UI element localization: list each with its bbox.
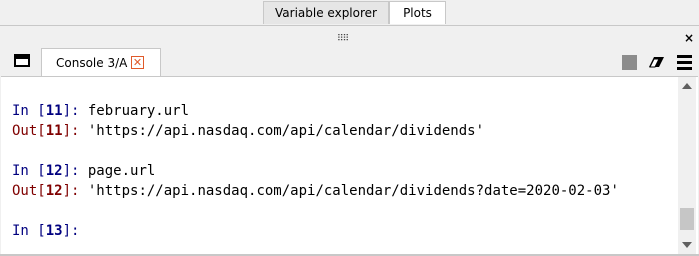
prompt-number: 12 [45, 183, 63, 199]
vertical-scrollbar[interactable] [678, 77, 696, 254]
prompt-open: In [ [12, 163, 46, 179]
console-tab-strip: Console 3/A ✕ [0, 46, 699, 77]
prompt-close: ]: [62, 123, 88, 139]
pane-divider [0, 25, 699, 26]
prompt-close: ]: [62, 163, 88, 179]
prompt-number: 11 [45, 103, 63, 119]
output-value: 'https://api.nasdaq.com/api/calendar/div… [87, 123, 485, 139]
prompt-open: In [ [12, 103, 46, 119]
prompt-number: 12 [45, 163, 63, 179]
scroll-thumb[interactable] [680, 208, 694, 230]
scroll-up-icon[interactable] [682, 83, 692, 89]
console-input-line: In [13]: [12, 221, 676, 241]
console-output-line: Out[12]: 'https://api.nasdaq.com/api/cal… [12, 181, 676, 201]
eraser-icon[interactable] [648, 55, 666, 69]
input-code: february.url [87, 103, 190, 119]
tab-plots[interactable]: Plots [389, 1, 446, 24]
prompt-close: ]: [62, 223, 88, 239]
tab-console-3a[interactable]: Console 3/A ✕ [41, 48, 161, 77]
console-text: In [11]: february.url Out[11]: 'https://a… [12, 101, 676, 241]
options-menu-icon[interactable] [677, 55, 692, 70]
prompt-close: ]: [62, 183, 88, 199]
console-input-line: In [11]: february.url [12, 101, 676, 121]
prompt-open: In [ [12, 223, 46, 239]
console-output-line: Out[11]: 'https://api.nasdaq.com/api/cal… [12, 121, 676, 141]
console-output[interactable]: In [11]: february.url Out[11]: 'https://a… [1, 76, 698, 254]
drag-handle-icon[interactable]: ⠿⠿ [337, 34, 349, 44]
console-input-line: In [12]: page.url [12, 161, 676, 181]
prompt-close: ]: [62, 103, 88, 119]
scroll-down-icon[interactable] [682, 242, 692, 248]
close-tab-icon[interactable]: ✕ [131, 56, 144, 69]
prompt-open: Out[ [12, 123, 46, 139]
input-code: page.url [87, 163, 156, 179]
pane-close-icon[interactable]: × [684, 31, 694, 45]
stop-icon[interactable] [622, 55, 637, 70]
browse-tabs-icon[interactable] [14, 54, 30, 67]
prompt-open: Out[ [12, 183, 46, 199]
console-tab-label: Console 3/A [56, 56, 128, 70]
prompt-number: 13 [45, 223, 63, 239]
tab-variable-explorer[interactable]: Variable explorer [263, 1, 389, 24]
pane-tab-bar: Variable explorer Plots [0, 0, 699, 25]
prompt-number: 11 [45, 123, 63, 139]
output-value: 'https://api.nasdaq.com/api/calendar/div… [87, 183, 619, 199]
